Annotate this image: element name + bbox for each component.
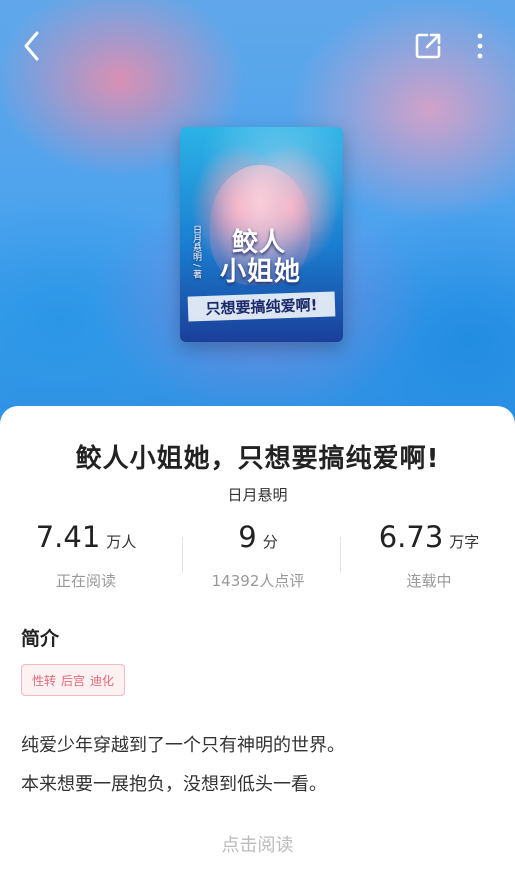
stat-value: 7.41: [35, 520, 101, 554]
tag: 性转: [32, 673, 57, 688]
read-button[interactable]: 点击阅读: [0, 831, 515, 857]
cover-subtitle: 只想要搞纯爱啊!: [187, 291, 336, 322]
divider: [340, 537, 341, 573]
stat-value: 6.73: [378, 520, 444, 554]
stat-readers: 7.41 万人 正在阅读: [0, 520, 172, 591]
intro-heading: 简介: [21, 628, 60, 650]
share-icon: [415, 33, 441, 59]
stat-word-count: 6.73 万字 连载中: [343, 520, 515, 591]
stat-label: 正在阅读: [55, 572, 116, 590]
more-button[interactable]: [462, 28, 498, 64]
stat-rating[interactable]: 9分 14392人点评: [172, 520, 344, 591]
tag-list[interactable]: 性转 后宫 迪化: [21, 664, 126, 696]
more-vertical-icon: [477, 33, 483, 59]
stat-unit: 万人: [106, 533, 137, 551]
tag: 迪化: [90, 673, 115, 688]
back-button[interactable]: [14, 28, 50, 64]
stat-value: 9: [238, 520, 257, 554]
back-arrow-icon: [24, 31, 39, 61]
stat-label: 14392人点评: [211, 572, 305, 590]
book-author[interactable]: 日月悬明: [0, 484, 515, 505]
tag: 后宫: [61, 673, 86, 688]
detail-sheet: [0, 406, 515, 893]
book-cover[interactable]: 日月悬明 / 著 鲛人 小姐她 只想要搞纯爱啊!: [180, 127, 343, 342]
cover-author: 日月悬明 / 著: [191, 225, 201, 279]
cover-title-line2: 小姐她: [220, 257, 302, 287]
book-title: 鲛人小姐她，只想要搞纯爱啊!: [75, 444, 440, 474]
share-button[interactable]: [410, 28, 446, 64]
description-line: 纯爱少年穿越到了一个只有神明的世界。: [21, 735, 345, 756]
stat-unit: 万字: [449, 533, 480, 551]
stat-label: 连载中: [406, 572, 452, 590]
description-line: 本来想要一展抱负，没想到低头一看。: [21, 774, 327, 795]
stat-unit: 分: [262, 533, 278, 551]
